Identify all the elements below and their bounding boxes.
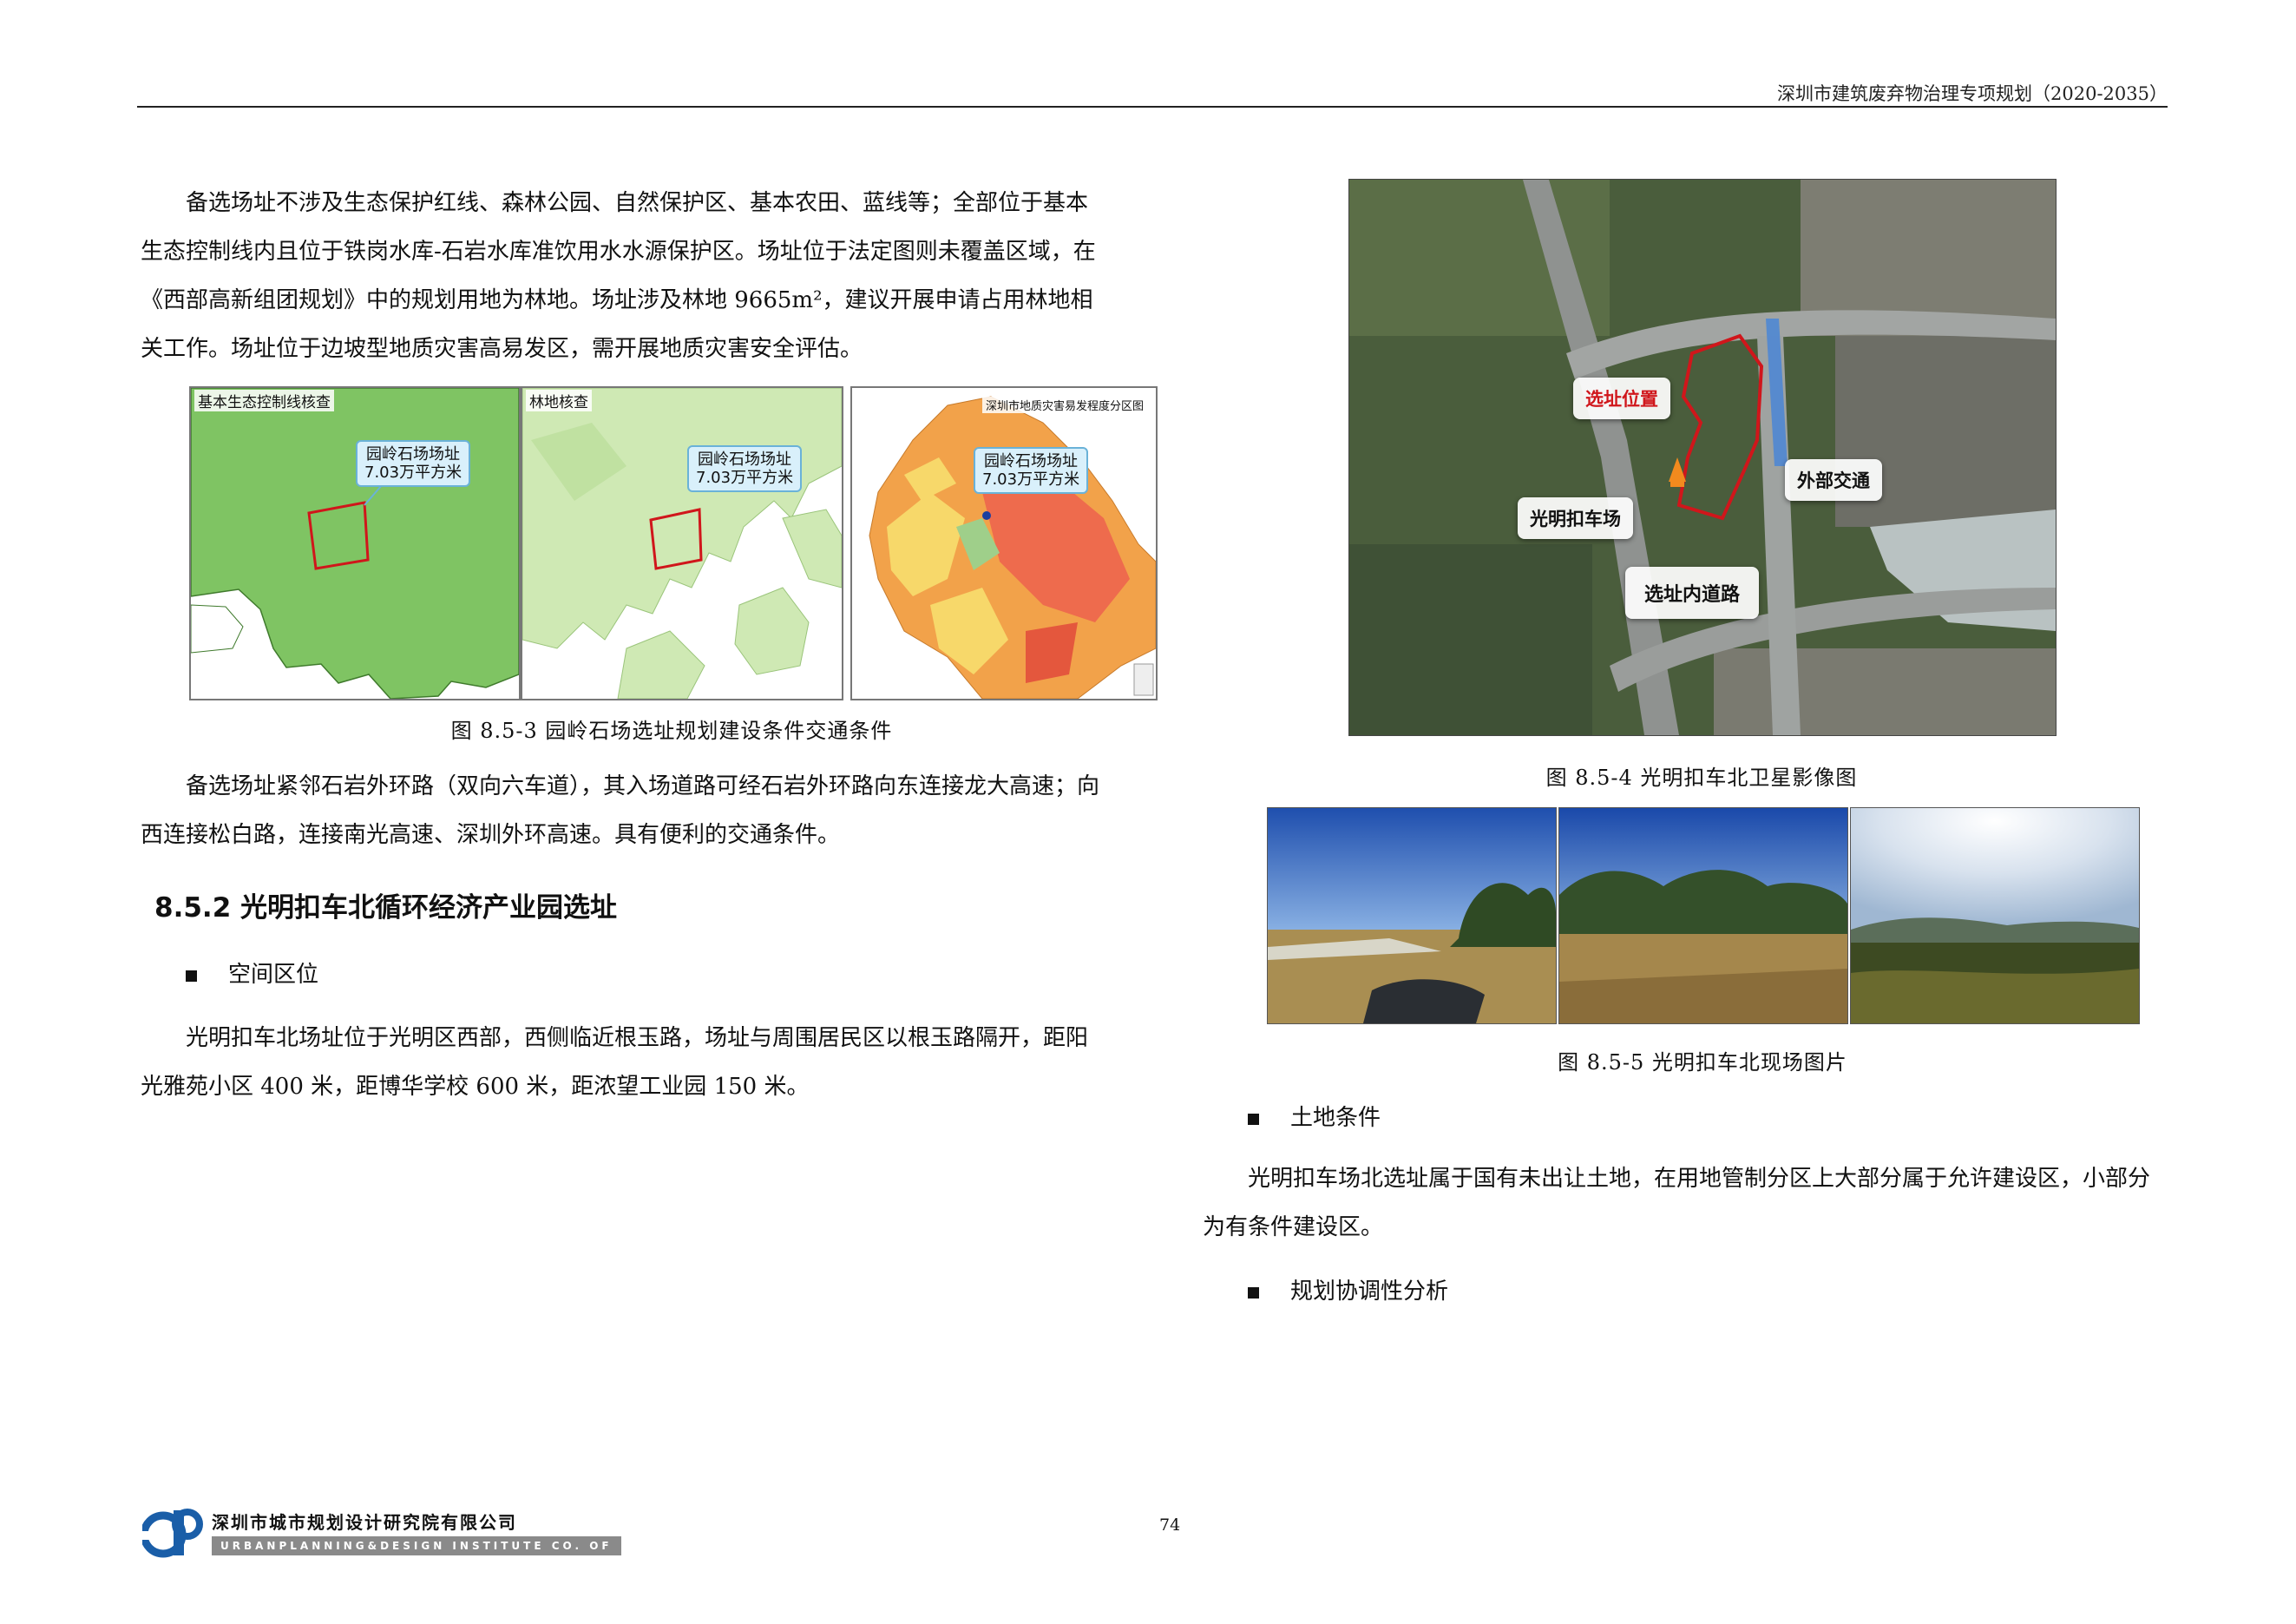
ecology-map-graphic: [191, 388, 519, 699]
figure-caption-8-5-3: 图 8.5-3 园岭石场选址规划建设条件交通条件: [450, 719, 893, 743]
bullet-text: 规划协调性分析: [1290, 1279, 1449, 1305]
site-callout-3: 园岭石场场址 7.03万平方米: [974, 447, 1089, 494]
logo-icon: [140, 1509, 203, 1558]
institute-logo: [140, 1507, 203, 1559]
bullet-text: 土地条件: [1290, 1105, 1381, 1131]
page-number: 74: [1159, 1516, 1181, 1535]
map-forest-land: 林地核查 园岭石场场址 7.03万平方米: [521, 386, 843, 700]
label-internal-road: 选址内道路: [1625, 567, 1760, 619]
label-external-traffic: 外部交通: [1785, 459, 1882, 501]
geohazard-map-graphic: [852, 388, 1156, 699]
site-callout-1: 园岭石场场址 7.03万平方米: [356, 440, 471, 487]
figure-caption-8-5-4: 图 8.5-4 光明扣车北卫星影像图: [1545, 766, 1858, 790]
bullet-square-icon: [186, 970, 197, 982]
panel-title-forest: 林地核查: [526, 390, 592, 411]
institute-name-en: URBANPLANNING&DESIGN INSTITUTE CO. OF SH…: [212, 1536, 621, 1571]
paragraph-land-status: 光明扣车场北选址属于国有未出让土地，在用地管制分区上大部分属于允许建设区，小部分…: [1203, 1166, 2151, 1240]
callout-2-line2: 7.03万平方米: [696, 469, 794, 487]
forest-map-graphic: [522, 388, 842, 699]
bullet-square-icon: [1248, 1286, 1259, 1299]
running-header: 深圳市建筑废弃物治理专项规划（2020-2035）: [1777, 83, 2168, 104]
paragraph-location: 光明扣车北场址位于光明区西部，西侧临近根玉路，场址与周围居民区以根玉路隔开，距阳…: [141, 1025, 1089, 1100]
paragraph-traffic: 备选场址紧邻石岩外环路（双向六车道），其入场道路可经石岩外环路向东连接龙大高速；…: [141, 773, 1100, 848]
panel-title-geohazard: 深圳市地质灾害易发程度分区图: [982, 397, 1148, 413]
bullet-land-conditions: 土地条件: [1248, 1100, 1381, 1132]
map-geohazard-zoning: 深圳市地质灾害易发程度分区图 园岭石场场址 7.03万平方米: [850, 386, 1158, 700]
callout-2-line1: 园岭石场场址: [698, 450, 792, 469]
site-photo-1: [1267, 807, 1557, 1024]
callout-1-line1: 园岭石场场址: [366, 445, 461, 464]
photo-2-graphic: [1559, 808, 1847, 1023]
satellite-graphic: [1349, 180, 2056, 735]
section-heading-8-5-2: 8.5.2 光明扣车北循环经济产业园选址: [154, 892, 618, 924]
photo-1-graphic: [1268, 808, 1556, 1023]
callout-1-line2: 7.03万平方米: [364, 464, 462, 482]
label-site-location: 选址位置: [1573, 378, 1670, 419]
paragraph-site-constraints: 备选场址不涉及生态保护红线、森林公园、自然保护区、基本农田、蓝线等；全部位于基本…: [141, 190, 1096, 362]
map-ecology-control-line: 基本生态控制线核查 园岭石场场址 7.03万平方米: [189, 386, 521, 700]
bullet-spatial-location: 空间区位: [186, 957, 318, 989]
callout-3-line1: 园岭石场场址: [984, 452, 1079, 470]
site-callout-2: 园岭石场场址 7.03万平方米: [687, 445, 803, 492]
institute-name-cn: 深圳市城市规划设计研究院有限公司: [212, 1512, 517, 1533]
bullet-planning-coordination: 规划协调性分析: [1248, 1273, 1448, 1305]
bullet-text: 空间区位: [228, 962, 319, 988]
label-guangming-yard: 光明扣车场: [1518, 497, 1633, 539]
satellite-image: 选址位置 外部交通 光明扣车场 选址内道路: [1348, 179, 2057, 736]
callout-3-line2: 7.03万平方米: [982, 470, 1080, 489]
header-rule: [137, 106, 2168, 108]
panel-title-ecology: 基本生态控制线核查: [194, 390, 334, 411]
site-photo-2: [1558, 807, 1848, 1024]
bullet-square-icon: [1248, 1113, 1259, 1125]
site-photo-3: [1850, 807, 2140, 1024]
photo-3-graphic: [1851, 808, 2139, 1023]
figure-caption-8-5-5: 图 8.5-5 光明扣车北现场图片: [1558, 1050, 1847, 1075]
